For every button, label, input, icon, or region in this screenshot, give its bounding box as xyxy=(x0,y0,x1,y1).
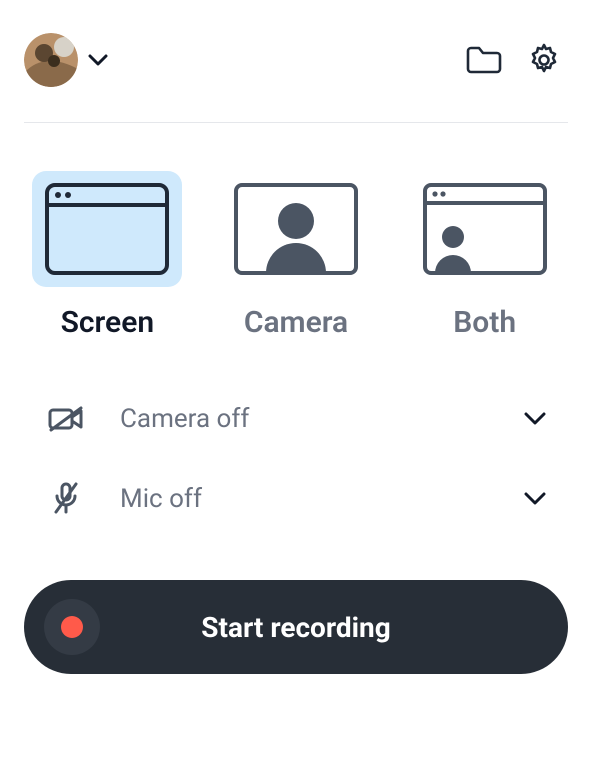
avatar xyxy=(24,33,78,87)
mic-off-icon xyxy=(46,482,86,516)
device-options: Camera off Mic off xyxy=(24,404,568,516)
mic-option-label: Mic off xyxy=(120,484,202,514)
start-recording-button[interactable]: Start recording xyxy=(24,580,568,674)
mode-screen[interactable]: Screen xyxy=(30,171,185,340)
mode-camera[interactable]: Camera xyxy=(219,171,374,340)
folder-button[interactable] xyxy=(460,36,508,84)
divider xyxy=(24,122,568,123)
mode-selector: Screen Camera xyxy=(24,171,568,340)
gear-icon xyxy=(526,42,562,78)
mode-both-label: Both xyxy=(453,305,516,340)
camera-off-icon xyxy=(46,405,86,433)
mic-option[interactable]: Mic off xyxy=(46,482,546,516)
mode-camera-label: Camera xyxy=(244,305,348,340)
camera-option[interactable]: Camera off xyxy=(46,404,546,434)
profile-menu[interactable] xyxy=(24,33,108,87)
root: Screen Camera xyxy=(0,0,592,776)
chevron-down-icon xyxy=(524,492,546,506)
chevron-down-icon xyxy=(524,412,546,426)
camera-option-label: Camera off xyxy=(120,404,249,434)
mode-both[interactable]: Both xyxy=(407,171,562,340)
folder-icon xyxy=(466,45,502,75)
start-recording-label: Start recording xyxy=(24,611,568,644)
settings-button[interactable] xyxy=(520,36,568,84)
chevron-down-icon xyxy=(88,54,108,66)
mode-screen-label: Screen xyxy=(61,305,155,340)
header xyxy=(24,24,568,96)
